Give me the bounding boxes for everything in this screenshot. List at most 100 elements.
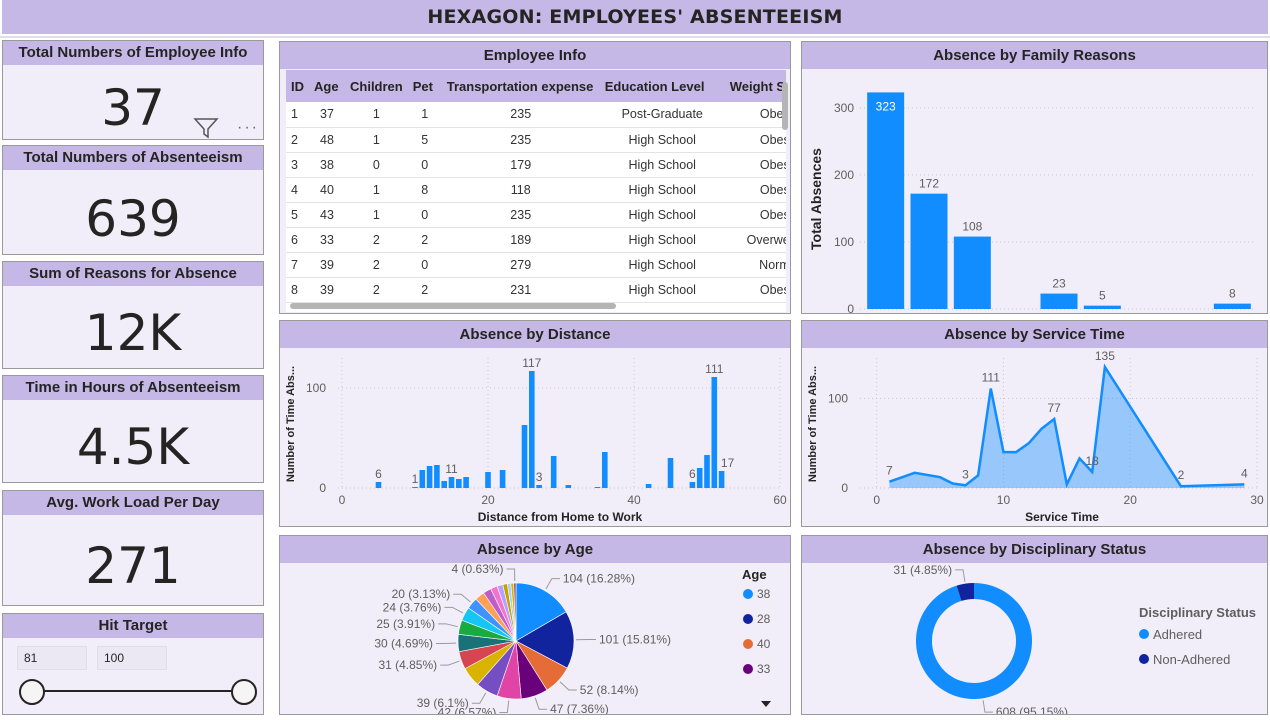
data-label: 6 (689, 467, 696, 481)
bar (1083, 305, 1121, 309)
table-cell: 235 (441, 127, 600, 153)
table-cell: High School (599, 227, 725, 253)
kpi-label: Avg. Work Load Per Day (3, 491, 263, 515)
table-cell: 7 (286, 252, 309, 278)
bar (1040, 293, 1078, 309)
horizontal-scrollbar[interactable] (290, 303, 616, 309)
data-label: 135 (1095, 349, 1115, 363)
hit-target-slicer[interactable]: Hit Target 81 100 (2, 613, 264, 715)
slicer-max-input[interactable]: 100 (97, 646, 167, 670)
table-row[interactable]: 83922231High SchoolObes (286, 277, 786, 303)
column-header[interactable]: Weight S (724, 70, 786, 102)
data-label: 5 (1099, 289, 1106, 303)
leader-line (955, 569, 966, 582)
x-tick-label: 20 (1124, 493, 1138, 507)
slider-max-handle[interactable] (231, 679, 257, 705)
bar (711, 377, 718, 488)
leader-line (471, 692, 487, 704)
x-axis-title: Service Time (1025, 510, 1099, 524)
family-reasons-chart: 0100200300024683231721082358PetTotal Abs… (808, 92, 1254, 313)
kpi-card-employees[interactable]: Total Numbers of Employee Info 37 ··· (2, 40, 264, 140)
bar (426, 466, 433, 488)
table-cell: Norm (724, 252, 786, 278)
bar (602, 452, 608, 488)
bar (412, 487, 418, 488)
table-cell: 118 (441, 177, 600, 203)
kpi-card-hours[interactable]: Time in Hours of Absenteeism 4.5K (2, 375, 264, 483)
kpi-card-absenteeism[interactable]: Total Numbers of Absenteeism 639 (2, 145, 264, 255)
data-label: 4 (1241, 466, 1248, 480)
slider-min-handle[interactable] (19, 679, 45, 705)
column-header[interactable]: Age (309, 70, 345, 102)
legend-label: Adhered (1153, 627, 1202, 642)
slicer-min-input[interactable]: 81 (17, 646, 87, 670)
distance-chart-panel: Absence by Distance 0 100 0 20 40 60 6 1 11 117 3 6… (279, 320, 791, 527)
table-row[interactable]: 54310235High SchoolObes (286, 202, 786, 228)
dashboard-title: HEXAGON: EMPLOYEES' ABSENTEEISM (427, 6, 843, 28)
vertical-scrollbar[interactable] (782, 82, 788, 130)
panel-title: Employee Info (280, 42, 790, 69)
slider-track[interactable] (31, 690, 245, 692)
x-tick-label: 40 (627, 493, 641, 507)
x-tick-label: 20 (481, 493, 495, 507)
table-row[interactable]: 13711235Post-GraduateObes (286, 102, 786, 128)
bar (867, 92, 905, 310)
x-tick-label: 60 (773, 493, 787, 507)
column-header[interactable]: Education Level (599, 70, 725, 102)
legend-label: 40 (757, 637, 771, 651)
bar (696, 468, 703, 488)
leader-line (453, 593, 471, 603)
panel-title: Absence by Disciplinary Status (802, 536, 1267, 563)
bar (441, 481, 447, 488)
column-header[interactable]: Transportation expense (441, 70, 600, 102)
data-label: 101 (15.81%) (599, 633, 671, 647)
table-row[interactable]: 73920279High SchoolNorm (286, 252, 786, 278)
table-row[interactable]: 24815235High SchoolObes (286, 127, 786, 153)
series-area (889, 367, 1245, 488)
data-label: 7 (886, 464, 893, 478)
ellipsis-icon[interactable]: ··· (237, 119, 259, 137)
leader-line (438, 623, 458, 628)
bar (463, 477, 469, 488)
funnel-icon[interactable] (193, 117, 219, 139)
bar (550, 456, 557, 488)
leader-line (499, 700, 510, 713)
column-header[interactable]: Children (345, 70, 408, 102)
table-cell: High School (599, 152, 725, 178)
data-label: 111 (982, 370, 1001, 384)
age-pie-chart: 104 (16.28%) 101 (15.81%) 52 (8.14%) 47 (7.… (374, 563, 771, 714)
table-viewport[interactable]: ID Age Children Pet Transportation expen… (286, 70, 786, 312)
table-row[interactable]: 6 33 2 2 189 High School Overwe (286, 227, 786, 253)
table-row[interactable]: 44018118High SchoolObes (286, 177, 786, 203)
legend-marker (743, 664, 753, 674)
kpi-value: 12K (84, 304, 182, 362)
kpi-label: Total Numbers of Employee Info (3, 41, 263, 65)
bar (594, 487, 601, 488)
table-cell: 1 (345, 102, 408, 128)
column-header[interactable]: ID (286, 70, 309, 102)
data-label: 323 (876, 99, 896, 113)
bar (536, 485, 542, 488)
column-header[interactable]: Pet (407, 70, 442, 102)
table-cell: Obes (724, 152, 786, 178)
table-cell: 189 (441, 227, 600, 253)
data-label: 1 (412, 472, 419, 486)
data-label: 8 (1229, 287, 1236, 301)
legend-label: 33 (757, 662, 771, 676)
data-label: 31 (4.85%) (378, 658, 437, 672)
kpi-card-reasons[interactable]: Sum of Reasons for Absence 12K (2, 261, 264, 369)
legend-marker (743, 589, 753, 599)
table-row[interactable]: 33800179High SchoolObes (286, 152, 786, 178)
leader-line (982, 700, 993, 713)
leader-line (506, 568, 516, 582)
table-cell: 48 (309, 127, 345, 153)
kpi-card-workload[interactable]: Avg. Work Load Per Day 271 (2, 490, 264, 606)
y-tick-label: 300 (834, 101, 854, 115)
bar (419, 470, 426, 488)
leader-line (444, 606, 464, 614)
table-cell: Obes (724, 177, 786, 203)
legend-label: 28 (757, 612, 771, 626)
data-label: 608 (95.15%) (996, 705, 1068, 715)
bar (953, 236, 991, 309)
data-label: 52 (8.14%) (580, 683, 639, 697)
